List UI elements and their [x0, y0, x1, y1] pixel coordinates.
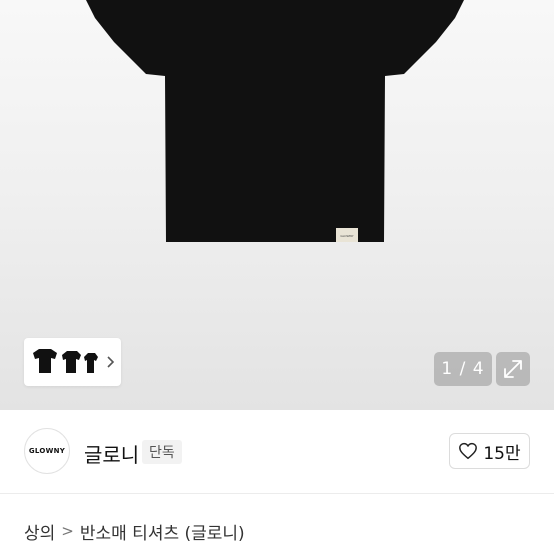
tshirt-shape	[86, 0, 464, 242]
exclusive-badge: 단독	[142, 440, 182, 464]
like-count: 15만	[483, 443, 521, 464]
like-button[interactable]: 15만	[449, 433, 530, 469]
expand-button[interactable]	[496, 352, 530, 386]
brand-name[interactable]: 글로니	[84, 439, 139, 468]
shirt-label-tag: GLOWNY	[340, 234, 353, 238]
brand-logo[interactable]: GLOWNY	[24, 428, 70, 474]
product-gallery[interactable]: GLOWNY 1 / 4	[0, 0, 554, 410]
expand-arrow-icon	[504, 360, 522, 378]
breadcrumb-separator: >	[61, 522, 74, 540]
thumbnail-images	[33, 349, 98, 373]
image-page-counter: 1 / 4	[434, 352, 492, 386]
brand-row: GLOWNY 글로니 단독 15만	[0, 410, 554, 494]
chevron-right-icon[interactable]	[106, 355, 115, 369]
breadcrumb: 상의 > 반소매 티셔츠 (글로니)	[24, 518, 245, 544]
heart-outline-icon	[459, 442, 478, 460]
breadcrumb-subcategory[interactable]: 반소매 티셔츠 (글로니)	[80, 519, 245, 544]
thumbnail-strip[interactable]	[24, 338, 121, 386]
breadcrumb-category[interactable]: 상의	[24, 519, 55, 544]
